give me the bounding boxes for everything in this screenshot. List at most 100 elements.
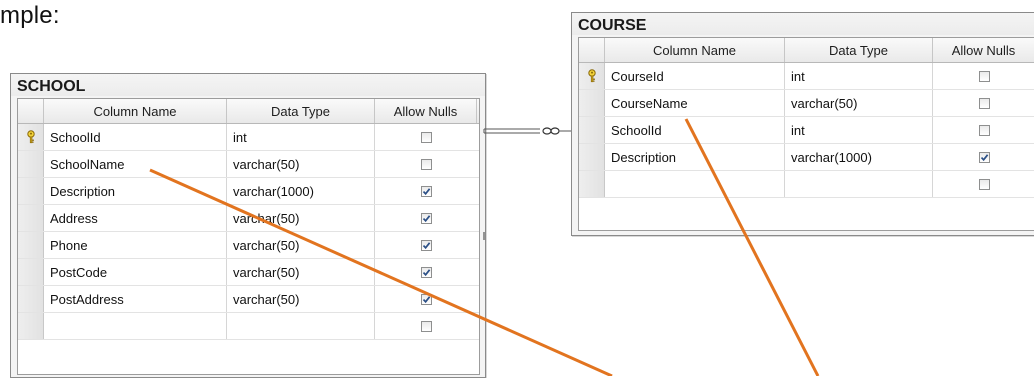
relationship-line[interactable]	[483, 128, 540, 134]
table-row[interactable]: SchoolId int	[18, 124, 479, 151]
column-name-cell[interactable]: Description	[605, 144, 785, 170]
data-type-header: Data Type	[785, 38, 933, 62]
column-name-cell[interactable]: Address	[44, 205, 227, 231]
table-row[interactable]: SchoolName varchar(50)	[18, 151, 479, 178]
checkbox-icon[interactable]	[420, 266, 432, 278]
checkbox-icon[interactable]	[420, 185, 432, 197]
checkbox-icon[interactable]	[978, 124, 990, 136]
table-row[interactable]: CourseName varchar(50)	[579, 90, 1034, 117]
row-selector[interactable]	[18, 232, 44, 258]
checkbox-icon[interactable]	[978, 97, 990, 109]
row-selector[interactable]	[18, 124, 44, 150]
table-row[interactable]: CourseId int	[579, 63, 1034, 90]
allow-nulls-cell	[375, 124, 477, 150]
course-table-title: COURSE	[572, 13, 1034, 35]
school-rows: SchoolId int SchoolName varchar(50) Descript…	[18, 124, 479, 340]
table-row[interactable]: PostCode varchar(50)	[18, 259, 479, 286]
row-selector[interactable]	[579, 117, 605, 143]
checkbox-icon[interactable]	[978, 151, 990, 163]
column-name-header: Column Name	[605, 38, 785, 62]
caption-text: mple:	[0, 2, 60, 29]
allow-nulls-cell	[933, 117, 1034, 143]
allow-nulls-cell	[933, 171, 1034, 197]
table-row[interactable]: Phone varchar(50)	[18, 232, 479, 259]
column-name-cell[interactable]	[605, 171, 785, 197]
row-selector[interactable]	[579, 171, 605, 197]
table-row[interactable]: Description varchar(1000)	[18, 178, 479, 205]
allow-nulls-cell	[933, 63, 1034, 89]
column-name-cell[interactable]: CourseName	[605, 90, 785, 116]
column-name-cell[interactable]: PostCode	[44, 259, 227, 285]
data-type-header: Data Type	[227, 99, 375, 123]
data-type-cell[interactable]: varchar(50)	[227, 232, 375, 258]
table-row[interactable]	[18, 313, 479, 340]
data-type-cell[interactable]	[227, 313, 375, 339]
column-name-cell[interactable]: SchoolId	[44, 124, 227, 150]
key-icon	[587, 69, 597, 83]
allow-nulls-cell	[933, 90, 1034, 116]
table-row[interactable]: SchoolId int	[579, 117, 1034, 144]
school-table-title: SCHOOL	[11, 74, 485, 96]
checkbox-icon[interactable]	[420, 239, 432, 251]
allow-nulls-cell	[375, 151, 477, 177]
checkbox-icon[interactable]	[978, 70, 990, 82]
checkbox-icon[interactable]	[420, 320, 432, 332]
checkbox-icon[interactable]	[420, 293, 432, 305]
row-selector[interactable]	[18, 313, 44, 339]
course-table[interactable]: COURSE Column Name Data Type Allow Nulls…	[571, 12, 1034, 236]
column-name-cell[interactable]: CourseId	[605, 63, 785, 89]
checkbox-icon[interactable]	[420, 212, 432, 224]
allow-nulls-cell	[375, 232, 477, 258]
allow-nulls-cell	[375, 313, 477, 339]
infinity-icon	[542, 127, 571, 135]
row-selector[interactable]	[579, 144, 605, 170]
data-type-cell[interactable]: varchar(50)	[227, 259, 375, 285]
row-selector-header	[579, 38, 605, 62]
row-selector[interactable]	[18, 178, 44, 204]
data-type-cell[interactable]	[785, 171, 933, 197]
row-selector[interactable]	[18, 205, 44, 231]
school-table[interactable]: SCHOOL Column Name Data Type Allow Nulls…	[10, 73, 486, 378]
table-row[interactable]: Address varchar(50)	[18, 205, 479, 232]
table-row[interactable]	[579, 171, 1034, 198]
data-type-cell[interactable]: varchar(50)	[227, 205, 375, 231]
course-column-grid: Column Name Data Type Allow Nulls Course…	[578, 37, 1034, 231]
school-grid-header: Column Name Data Type Allow Nulls	[18, 99, 479, 124]
checkbox-icon[interactable]	[420, 131, 432, 143]
data-type-cell[interactable]: varchar(50)	[227, 286, 375, 312]
data-type-cell[interactable]: varchar(50)	[227, 151, 375, 177]
checkbox-icon[interactable]	[978, 178, 990, 190]
data-type-cell[interactable]: varchar(1000)	[785, 144, 933, 170]
row-selector[interactable]	[579, 90, 605, 116]
column-name-cell[interactable]: SchoolName	[44, 151, 227, 177]
column-name-cell[interactable]: PostAddress	[44, 286, 227, 312]
data-type-cell[interactable]: varchar(50)	[785, 90, 933, 116]
column-name-cell[interactable]	[44, 313, 227, 339]
table-row[interactable]: Description varchar(1000)	[579, 144, 1034, 171]
allow-nulls-cell	[375, 205, 477, 231]
data-type-cell[interactable]: varchar(1000)	[227, 178, 375, 204]
allow-nulls-header: Allow Nulls	[375, 99, 477, 123]
column-name-cell[interactable]: SchoolId	[605, 117, 785, 143]
allow-nulls-cell	[375, 259, 477, 285]
data-type-cell[interactable]: int	[227, 124, 375, 150]
checkbox-icon[interactable]	[420, 158, 432, 170]
data-type-cell[interactable]: int	[785, 63, 933, 89]
row-selector-header	[18, 99, 44, 123]
allow-nulls-cell	[375, 286, 477, 312]
course-rows: CourseId int CourseName varchar(50) SchoolId…	[579, 63, 1034, 198]
allow-nulls-cell	[375, 178, 477, 204]
column-name-cell[interactable]: Description	[44, 178, 227, 204]
allow-nulls-cell	[933, 144, 1034, 170]
row-selector[interactable]	[18, 151, 44, 177]
column-name-cell[interactable]: Phone	[44, 232, 227, 258]
row-selector[interactable]	[18, 286, 44, 312]
row-selector[interactable]	[18, 259, 44, 285]
key-icon	[26, 130, 36, 144]
allow-nulls-header: Allow Nulls	[933, 38, 1034, 62]
row-selector[interactable]	[579, 63, 605, 89]
column-name-header: Column Name	[44, 99, 227, 123]
school-column-grid: Column Name Data Type Allow Nulls School…	[17, 98, 480, 375]
table-row[interactable]: PostAddress varchar(50)	[18, 286, 479, 313]
data-type-cell[interactable]: int	[785, 117, 933, 143]
